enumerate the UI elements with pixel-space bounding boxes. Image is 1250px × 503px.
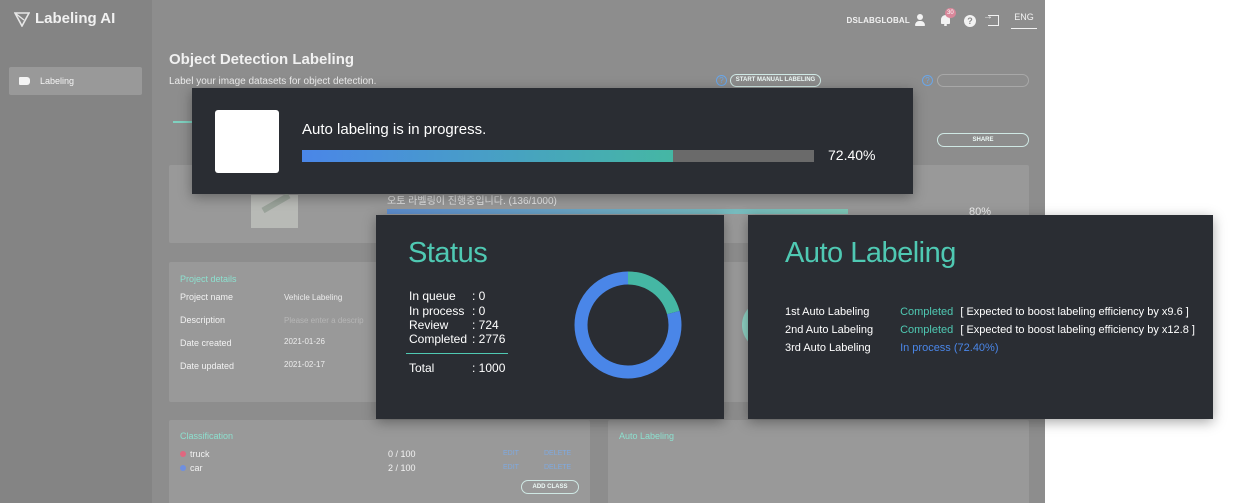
date-updated-value: 2021-02-17 xyxy=(284,360,325,369)
start-auto-labeling-button[interactable] xyxy=(937,74,1029,87)
topbar: DSLABGLOBAL 30 ? ENG xyxy=(846,8,1037,29)
class-name: car xyxy=(190,463,203,473)
person-icon[interactable] xyxy=(914,14,927,27)
help-icon[interactable]: ? xyxy=(922,75,933,86)
auto-labeling-progress-dialog: Auto labeling is in progress. 72.40% xyxy=(192,88,913,194)
round-note: [ Expected to boost labeling efficiency … xyxy=(960,306,1189,318)
auto-labeling-section-title: Auto Labeling xyxy=(619,431,675,441)
status-title: Status xyxy=(408,237,488,269)
auto-labeling-row-3: 3rd Auto Labeling In process (72.40%) xyxy=(785,342,999,354)
status-label: Review xyxy=(409,318,449,332)
status-row-review: Review : 724 xyxy=(409,318,499,332)
date-created-value: 2021-01-26 xyxy=(284,337,325,346)
edit-button[interactable]: EDIT xyxy=(503,464,519,471)
sidebar-item-label: Labeling xyxy=(40,76,75,86)
class-row-truck: truck xyxy=(180,449,210,459)
help-icon[interactable]: ? xyxy=(716,75,727,86)
project-details-title: Project details xyxy=(180,274,237,284)
class-name: truck xyxy=(190,449,210,459)
auto-labeling-row-2: 2nd Auto Labeling Completed [ Expected t… xyxy=(785,324,1195,336)
share-button[interactable]: SHARE xyxy=(937,133,1029,147)
class-color-dot xyxy=(180,451,186,457)
status-row-in-queue: In queue : 0 xyxy=(409,289,485,303)
logo-text: Labeling AI xyxy=(35,10,116,27)
sidebar: Labeling AI Labeling xyxy=(0,0,152,503)
help-icon[interactable]: ? xyxy=(964,14,976,27)
notification-badge: 30 xyxy=(945,8,956,18)
class-row-car: car xyxy=(180,463,203,473)
language-selector[interactable]: ENG xyxy=(1011,12,1037,29)
background-progress-text: 오토 라벨링이 진행중입니다. (136/1000) xyxy=(387,196,557,207)
status-label: In process xyxy=(409,304,465,318)
start-manual-labeling-button[interactable]: START MANUAL LABELING xyxy=(730,74,821,87)
page-title: Object Detection Labeling xyxy=(169,51,355,68)
progress-image-icon xyxy=(215,110,279,173)
page-subtitle: Label your image datasets for object det… xyxy=(169,76,377,87)
status-row-completed: Completed : 2776 xyxy=(409,332,505,346)
project-name-value: Vehicle Labeling xyxy=(284,293,343,302)
round-name: 2nd Auto Labeling xyxy=(785,324,874,336)
status-row-in-process: In process : 0 xyxy=(409,304,485,318)
logo-icon xyxy=(14,11,30,27)
class-count: 0 / 100 xyxy=(388,449,416,459)
image-thumbnail[interactable] xyxy=(251,195,298,228)
status-value: : 0 xyxy=(472,289,486,303)
progress-percent: 72.40% xyxy=(828,147,876,163)
round-name: 3rd Auto Labeling xyxy=(785,342,871,354)
add-class-button[interactable]: ADD CLASS xyxy=(521,480,579,494)
logout-icon[interactable] xyxy=(983,11,999,26)
progress-message: Auto labeling is in progress. xyxy=(302,121,487,138)
logo[interactable]: Labeling AI xyxy=(14,10,115,27)
bell-icon[interactable]: 30 xyxy=(939,8,956,27)
round-note: [ Expected to boost labeling efficiency … xyxy=(960,324,1195,336)
background-progress-bar xyxy=(387,209,848,214)
status-donut-chart xyxy=(574,271,682,379)
auto-labeling-title: Auto Labeling xyxy=(785,237,956,269)
tab-indicator xyxy=(173,121,193,123)
auto-labeling-panel: Auto Labeling 1st Auto Labeling Complete… xyxy=(748,215,1213,419)
status-label: Completed xyxy=(409,332,468,346)
delete-button[interactable]: DELETE xyxy=(544,450,571,457)
classification-title: Classification xyxy=(180,431,234,441)
status-panel: Status In queue : 0 In process : 0 Revie… xyxy=(376,215,724,419)
status-value: : 724 xyxy=(472,318,499,332)
status-divider xyxy=(406,353,508,354)
status-value: : 0 xyxy=(472,304,486,318)
progress-bar xyxy=(302,150,814,162)
round-status: Completed xyxy=(900,324,954,336)
round-status: In process (72.40%) xyxy=(900,342,999,354)
round-status: Completed xyxy=(900,306,954,318)
status-label: In queue xyxy=(409,289,456,303)
sidebar-item-labeling[interactable]: Labeling xyxy=(9,67,142,95)
delete-button[interactable]: DELETE xyxy=(544,464,571,471)
round-name: 1st Auto Labeling xyxy=(785,306,870,318)
status-value: : 1000 xyxy=(472,361,506,375)
status-value: : 2776 xyxy=(472,332,506,346)
tag-icon xyxy=(19,77,30,85)
auto-labeling-row-1: 1st Auto Labeling Completed [ Expected t… xyxy=(785,306,1189,318)
detail-label: Date created xyxy=(180,338,232,348)
status-label: Total xyxy=(409,361,435,375)
edit-button[interactable]: EDIT xyxy=(503,450,519,457)
class-color-dot xyxy=(180,465,186,471)
detail-label: Description xyxy=(180,315,226,325)
detail-label: Date updated xyxy=(180,361,235,371)
stage: Labeling AI Labeling DSLABGLOBAL 30 ? EN… xyxy=(0,0,1250,503)
status-row-total: Total : 1000 xyxy=(409,361,505,375)
user-name[interactable]: DSLABGLOBAL xyxy=(846,16,910,25)
description-input[interactable]: Please enter a descrip xyxy=(284,316,364,325)
progress-bar-fill xyxy=(302,150,673,162)
class-count: 2 / 100 xyxy=(388,463,416,473)
detail-label: Project name xyxy=(180,292,234,302)
